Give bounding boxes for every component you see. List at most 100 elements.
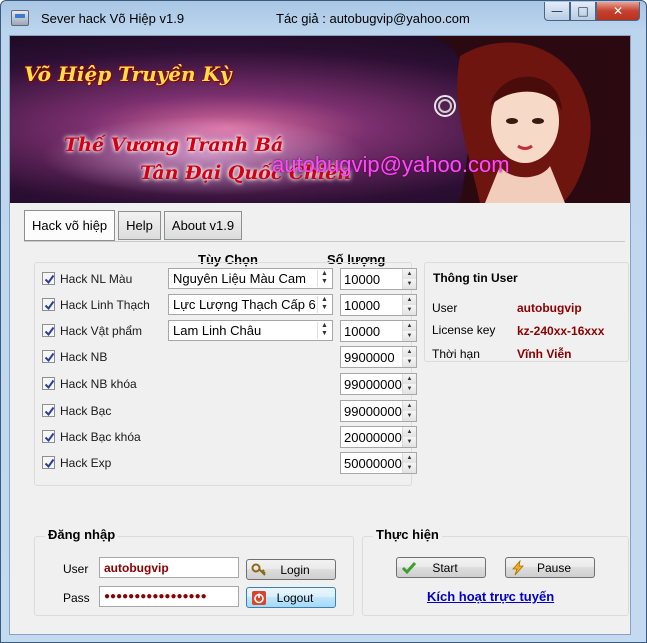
activate-online-link[interactable]: Kích hoạt trực tuyến — [427, 589, 554, 604]
quantity-value: 10000 — [344, 298, 381, 313]
checkbox-vat-pham[interactable] — [42, 324, 55, 337]
minimize-button[interactable]: — — [544, 2, 570, 21]
login-title: Đăng nhập — [45, 527, 119, 542]
client-area: Võ Hiệp Truyền Kỳ Thế Vương Tranh Bá Tân… — [9, 35, 631, 635]
checkmark-icon — [44, 326, 55, 337]
checkmark-icon — [44, 352, 55, 363]
close-button[interactable]: ✕ — [596, 2, 640, 21]
banner-logo: Võ Hiệp Truyền Kỳ — [24, 62, 232, 86]
quantity-value: 50000000 — [344, 456, 402, 471]
quantity-value: 99000000 — [344, 404, 402, 419]
quantity-nl-mau[interactable]: 10000 ▲ ▼ — [340, 268, 417, 290]
quantity-bac-khoa[interactable]: 20000000 ▲ ▼ — [340, 426, 417, 448]
app-icon — [11, 10, 29, 26]
window-title: Sever hack Võ Hiệp v1.9 — [41, 11, 185, 26]
pause-button-label: Pause — [536, 560, 572, 575]
quantity-nb[interactable]: 9900000 ▲ ▼ — [340, 346, 417, 368]
updown-arrows-icon: ▲ ▼ — [317, 322, 331, 339]
spinner-buttons[interactable]: ▲ ▼ — [402, 401, 416, 421]
checkmark-icon — [44, 406, 55, 417]
option-row-linh-thach: Hack Linh Thạch Lực Lượng Thạch Cấp 6 ▲ ▼ … — [24, 294, 424, 316]
option-row-nb: Hack NB 9900000 ▲ ▼ — [24, 346, 424, 368]
label-bac-khoa: Hack Bạc khóa — [60, 430, 141, 444]
checkmark-icon — [44, 274, 55, 285]
spinner-buttons[interactable]: ▲ ▼ — [402, 347, 416, 367]
select-nl-mau[interactable]: Nguyên Liệu Màu Cam ▲ ▼ — [168, 268, 333, 289]
tab-help[interactable]: Help — [118, 211, 161, 240]
banner-email: autobugvip@yahoo.com — [272, 152, 510, 177]
login-button[interactable]: Login — [246, 559, 336, 580]
spinner-buttons[interactable]: ▲ ▼ — [402, 427, 416, 447]
tab-panel: Tùy Chọn Số lượng Hack NL Màu Nguyên Liệ… — [24, 241, 629, 627]
login-group: Đăng nhập User autobugvip Pass ●●●●●●●●●… — [34, 527, 354, 616]
spinner-buttons[interactable]: ▲ ▼ — [402, 374, 416, 394]
checkmark-icon — [44, 432, 55, 443]
checkmark-icon — [44, 300, 55, 311]
maximize-button[interactable]: □ — [570, 2, 596, 21]
select-linh-thach[interactable]: Lực Lượng Thạch Cấp 6 ▲ ▼ — [168, 294, 333, 315]
pause-button[interactable]: Pause — [505, 557, 595, 578]
checkbox-bac[interactable] — [42, 404, 55, 417]
spinner-buttons[interactable]: ▲ ▼ — [402, 269, 416, 289]
quantity-value: 20000000 — [344, 430, 402, 445]
checkbox-bac-khoa[interactable] — [42, 430, 55, 443]
option-row-bac-khoa: Hack Bạc khóa 20000000 ▲ ▼ — [24, 426, 424, 448]
spinner-buttons[interactable]: ▲ ▼ — [402, 295, 416, 315]
option-row-exp: Hack Exp 50000000 ▲ ▼ — [24, 452, 424, 474]
label-vat-pham: Hack Vật phẩm — [60, 324, 143, 338]
user-info-user-label: User — [432, 301, 458, 315]
title-bar[interactable]: Sever hack Võ Hiệp v1.9 Tác giả : autobu… — [1, 1, 646, 35]
select-value: Lực Lượng Thạch Cấp 6 — [173, 297, 316, 312]
user-info-title: Thông tin User — [431, 271, 520, 285]
label-exp: Hack Exp — [60, 456, 112, 470]
quantity-nb-khoa[interactable]: 99000000 ▲ ▼ — [340, 373, 417, 395]
select-value: Nguyên Liệu Màu Cam — [173, 271, 306, 286]
checkbox-exp[interactable] — [42, 456, 55, 469]
checkbox-nb-khoa[interactable] — [42, 377, 55, 390]
window-controls: — □ ✕ — [544, 2, 640, 21]
checkmark-icon — [44, 458, 55, 469]
option-row-vat-pham: Hack Vật phẩm Lam Linh Châu ▲ ▼ 10000 ▲ ▼ — [24, 320, 424, 342]
label-nb: Hack NB — [60, 350, 108, 364]
username-input[interactable]: autobugvip — [99, 557, 239, 578]
quantity-linh-thach[interactable]: 10000 ▲ ▼ — [340, 294, 417, 316]
option-row-bac: Hack Bạc 99000000 ▲ ▼ — [24, 400, 424, 422]
quantity-value: 10000 — [344, 272, 381, 287]
tab-hack-vo-hiep[interactable]: Hack võ hiệp — [24, 210, 116, 241]
tab-about[interactable]: About v1.9 — [163, 211, 243, 240]
action-title: Thực hiện — [373, 527, 442, 542]
option-row-nl-mau: Hack NL Màu Nguyên Liệu Màu Cam ▲ ▼ 10000 ▲… — [24, 268, 424, 290]
action-group: Thực hiện Start Pause Kích hoạt trực tuy… — [362, 527, 629, 616]
quantity-vat-pham[interactable]: 10000 ▲ ▼ — [340, 320, 417, 342]
key-icon — [251, 563, 266, 576]
quantity-bac[interactable]: 99000000 ▲ ▼ — [340, 400, 417, 422]
expiry-label: Thời hạn — [432, 347, 480, 361]
select-vat-pham[interactable]: Lam Linh Châu ▲ ▼ — [168, 320, 333, 341]
login-user-label: User — [63, 562, 89, 576]
tab-strip: Hack võ hiệp Help About v1.9 — [24, 210, 245, 241]
password-input[interactable]: ●●●●●●●●●●●●●●●●● — [99, 586, 239, 607]
power-icon — [252, 590, 266, 605]
logout-button[interactable]: Logout — [246, 587, 336, 608]
label-bac: Hack Bạc — [60, 404, 112, 418]
quantity-value: 10000 — [344, 324, 381, 339]
quantity-exp[interactable]: 50000000 ▲ ▼ — [340, 452, 417, 474]
select-value: Lam Linh Châu — [173, 323, 262, 338]
checkbox-nl-mau[interactable] — [42, 272, 55, 285]
quantity-value: 99000000 — [344, 377, 402, 392]
label-linh-thach: Hack Linh Thạch — [60, 298, 150, 312]
spinner-buttons[interactable]: ▲ ▼ — [402, 321, 416, 341]
label-nl-mau: Hack NL Màu — [60, 272, 133, 286]
quantity-value: 9900000 — [344, 350, 395, 365]
spinner-buttons[interactable]: ▲ ▼ — [402, 453, 416, 473]
user-info-user-value: autobugvip — [517, 301, 582, 315]
expiry-value: Vĩnh Viễn — [517, 347, 572, 361]
author-text: Tác giả : autobugvip@yahoo.com — [276, 11, 470, 26]
checkmark-icon — [44, 379, 55, 390]
app-window: Sever hack Võ Hiệp v1.9 Tác giả : autobu… — [0, 0, 647, 643]
banner-slogan-line1: Thế Vương Tranh Bá — [64, 134, 284, 156]
checkbox-linh-thach[interactable] — [42, 298, 55, 311]
start-button[interactable]: Start — [396, 557, 486, 578]
start-button-label: Start — [432, 560, 458, 575]
checkbox-nb[interactable] — [42, 350, 55, 363]
